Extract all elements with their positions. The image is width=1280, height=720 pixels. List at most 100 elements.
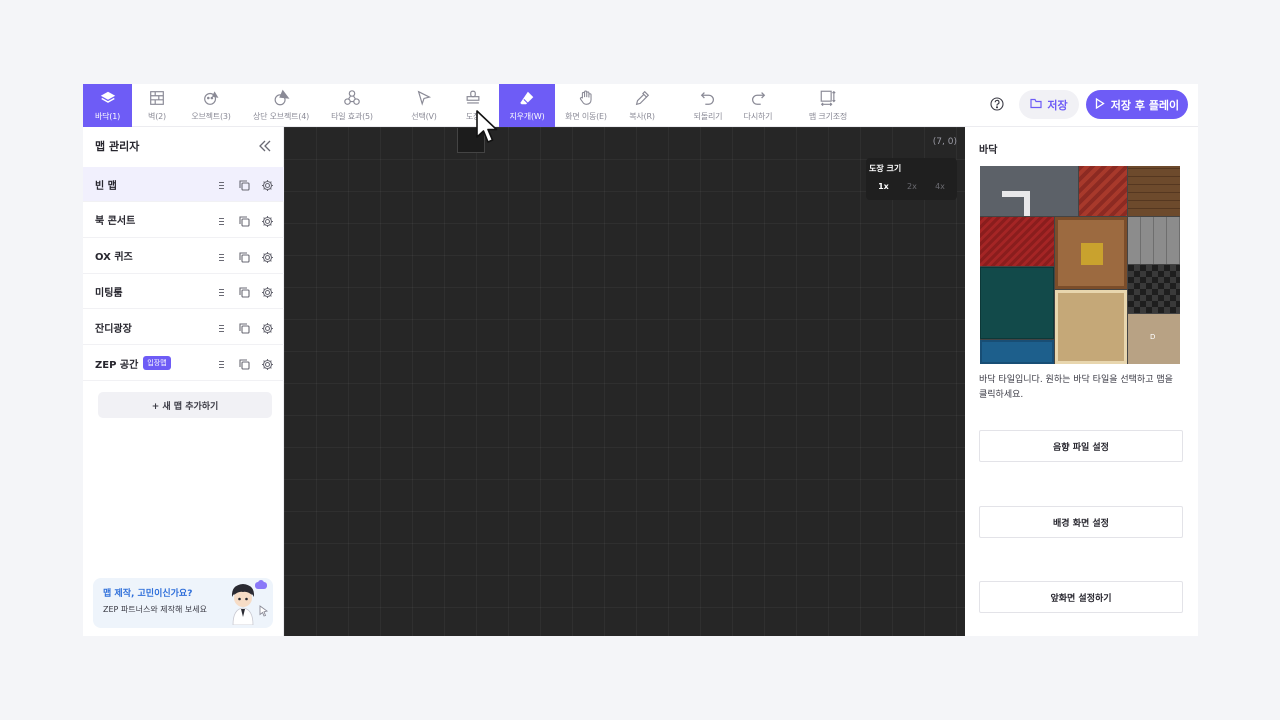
tile-beige[interactable]: D xyxy=(1128,314,1180,364)
save-button[interactable]: 저장 xyxy=(1019,90,1079,119)
map-list-item[interactable]: 북 콘서트 xyxy=(83,203,284,238)
tile-wood-plank[interactable] xyxy=(1128,166,1180,216)
question-icon xyxy=(990,96,1004,115)
tile-gray[interactable] xyxy=(980,166,1078,216)
map-item-actions xyxy=(215,320,274,339)
play-label: 저장 후 플레이 xyxy=(1110,98,1180,112)
tool-pan[interactable]: 화면 이동(E) xyxy=(561,84,611,127)
map-name: 잔디광장 xyxy=(95,323,132,335)
tool-label: 바닥(1) xyxy=(94,112,121,121)
add-map-button[interactable]: + 새 맵 추가하기 xyxy=(98,392,272,418)
tool-tile-effect[interactable]: 타일 효과(5) xyxy=(325,84,379,127)
collapse-double-chevron-icon[interactable] xyxy=(258,137,272,156)
settings-gear-icon[interactable] xyxy=(261,284,274,303)
menu-lines-icon[interactable] xyxy=(215,249,228,268)
floor-tile-palette[interactable]: D xyxy=(980,166,1180,364)
resize-icon xyxy=(818,88,838,108)
mouse-pointer-icon xyxy=(476,110,500,146)
map-name: 북 콘서트 xyxy=(95,216,136,228)
map-name: 미팅룸 xyxy=(95,287,123,299)
tile-checker-dark[interactable] xyxy=(1128,265,1180,313)
tile-effect-icon xyxy=(342,88,362,108)
tool-label: 타일 효과(5) xyxy=(331,112,373,121)
wall-icon xyxy=(147,88,167,108)
brush-size-panel: 도장 크기 1x 2x 4x xyxy=(866,158,957,200)
brush-size-option[interactable]: 1x xyxy=(878,182,889,191)
background-settings-button[interactable]: 배경 화면 설정 xyxy=(979,506,1183,538)
tool-label: 되돌리기 xyxy=(693,112,723,121)
tool-copy[interactable]: 복사(R) xyxy=(623,84,661,127)
duplicate-icon[interactable] xyxy=(238,284,251,303)
map-item-actions xyxy=(215,284,274,303)
brush-size-option[interactable]: 2x xyxy=(907,182,917,191)
save-label: 저장 xyxy=(1047,98,1068,112)
map-list-item[interactable]: 빈 맵 xyxy=(83,167,284,202)
tool-label: 다시하기 xyxy=(743,112,773,121)
sound-file-settings-button[interactable]: 음향 파일 설정 xyxy=(979,430,1183,462)
map-canvas[interactable]: (7, 0) 도장 크기 1x 2x 4x xyxy=(284,127,965,636)
editor-toolbar: 바닥(1) 벽(2) 오브젝트(3) 상단 오브젝트(4) 타일 효과(5) 선… xyxy=(83,84,1198,127)
tool-wall[interactable]: 벽(2) xyxy=(133,84,181,127)
map-list-item[interactable]: 잔디광장 xyxy=(83,310,284,346)
tool-label: 오브젝트(3) xyxy=(191,112,231,121)
foreground-settings-button[interactable]: 앞화면 설정하기 xyxy=(979,581,1183,613)
folder-icon xyxy=(1030,98,1042,112)
tile-sand[interactable] xyxy=(1055,290,1127,364)
stamp-icon xyxy=(463,88,483,108)
menu-lines-icon[interactable] xyxy=(215,356,228,375)
save-and-play-button[interactable]: 저장 후 플레이 xyxy=(1086,90,1188,119)
select-cursor-icon xyxy=(414,88,434,108)
brush-size-option[interactable]: 4x xyxy=(935,182,945,191)
tool-top-object[interactable]: 상단 오브젝트(4) xyxy=(249,84,313,127)
tile-stone-gray[interactable] xyxy=(1128,217,1180,264)
duplicate-icon[interactable] xyxy=(238,213,251,232)
tile-brown-square[interactable] xyxy=(1055,217,1127,289)
tool-object[interactable]: 오브젝트(3) xyxy=(185,84,237,127)
palette-title: 바닥 xyxy=(979,145,998,156)
tile-dark-teal[interactable] xyxy=(980,267,1054,339)
duplicate-icon[interactable] xyxy=(238,177,251,196)
settings-gear-icon[interactable] xyxy=(261,320,274,339)
duplicate-icon[interactable] xyxy=(238,320,251,339)
hand-icon xyxy=(576,88,596,108)
settings-gear-icon[interactable] xyxy=(261,213,274,232)
menu-lines-icon[interactable] xyxy=(215,320,228,339)
tool-undo[interactable]: 되돌리기 xyxy=(687,84,729,127)
map-name: 빈 맵 xyxy=(95,180,117,192)
tile-blue-water[interactable] xyxy=(980,340,1054,364)
map-list-item[interactable]: ZEP 공간 입장맵 xyxy=(83,346,284,381)
map-manager-panel: 맵 관리자 빈 맵북 콘서트 OX 퀴즈미팅룸잔디광장 ZEP 공간 입장맵 + 새 … xyxy=(83,127,284,636)
map-item-actions xyxy=(215,177,274,196)
floor-layers-icon xyxy=(98,88,118,108)
eyedropper-icon xyxy=(632,88,652,108)
tool-resize-map[interactable]: 맵 크기조정 xyxy=(801,84,855,127)
tool-eraser[interactable]: 지우개(W) xyxy=(499,84,555,127)
map-list-item[interactable]: 미팅룸 xyxy=(83,274,284,310)
tool-floor[interactable]: 바닥(1) xyxy=(83,84,132,127)
tile-white-corner xyxy=(1002,191,1030,216)
tile-red-carpet[interactable] xyxy=(980,217,1054,266)
duplicate-icon[interactable] xyxy=(238,356,251,375)
map-item-actions xyxy=(215,213,274,232)
settings-gear-icon[interactable] xyxy=(261,356,274,375)
map-manager-header: 맵 관리자 xyxy=(83,127,284,165)
map-item-actions xyxy=(215,356,274,375)
redo-icon xyxy=(748,88,768,108)
duplicate-icon[interactable] xyxy=(238,249,251,268)
map-name: ZEP 공간 xyxy=(95,359,139,371)
tile-red-pattern[interactable] xyxy=(1079,166,1127,216)
tool-label: 지우개(W) xyxy=(509,112,545,121)
tool-select[interactable]: 선택(V) xyxy=(403,84,445,127)
help-button[interactable] xyxy=(987,95,1007,115)
menu-lines-icon[interactable] xyxy=(215,177,228,196)
settings-gear-icon[interactable] xyxy=(261,249,274,268)
map-list-item[interactable]: OX 퀴즈 xyxy=(83,239,284,274)
tool-redo[interactable]: 다시하기 xyxy=(737,84,779,127)
menu-lines-icon[interactable] xyxy=(215,213,228,232)
pointer-icon xyxy=(259,602,269,621)
menu-lines-icon[interactable] xyxy=(215,284,228,303)
map-editor-window: 바닥(1) 벽(2) 오브젝트(3) 상단 오브젝트(4) 타일 효과(5) 선… xyxy=(83,84,1198,636)
tool-label: 화면 이동(E) xyxy=(565,112,607,121)
settings-gear-icon[interactable] xyxy=(261,177,274,196)
partner-promo-banner[interactable]: 맵 제작, 고민이신가요? ZEP 파트너스와 제작해 보세요 xyxy=(93,578,273,628)
